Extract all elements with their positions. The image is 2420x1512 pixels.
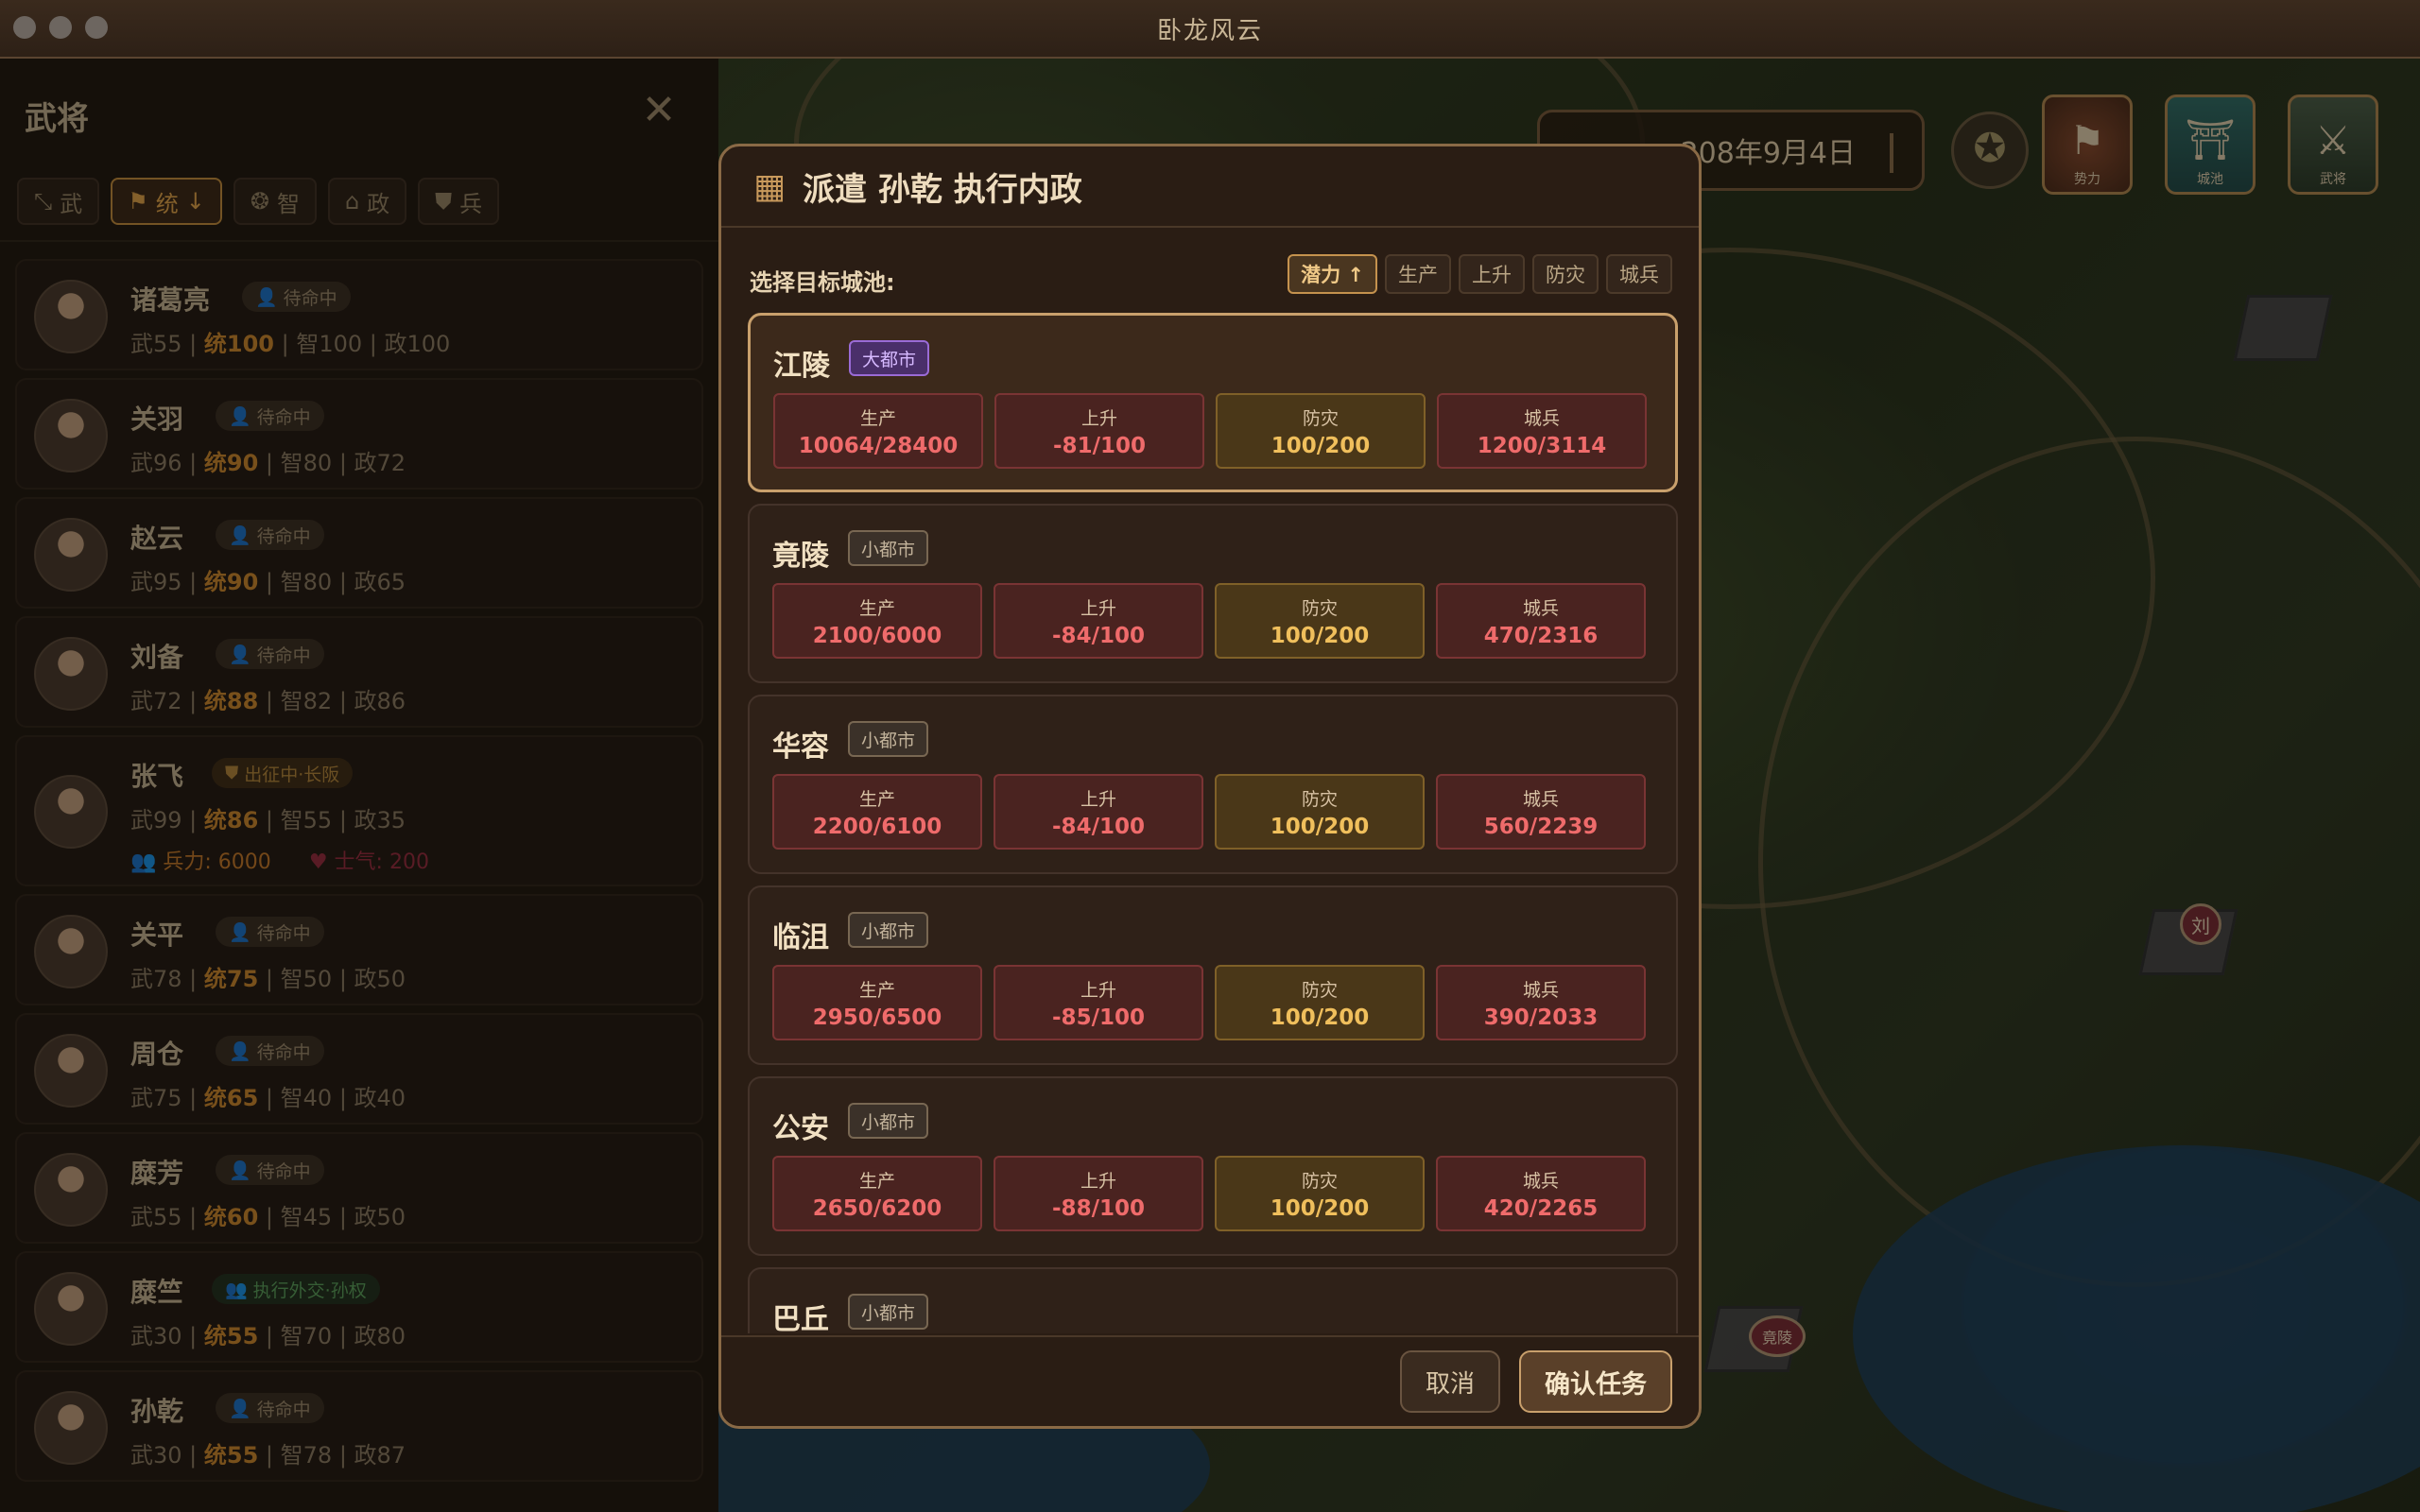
zoom-window-button[interactable] [85, 16, 108, 39]
city-name: 竟陵 [772, 540, 829, 573]
building-icon: ▦ [753, 166, 786, 206]
modal-header: ▦ 派遣 孙乾 执行内政 [721, 146, 1699, 228]
stat-troops: 城兵 560/2239 [1436, 774, 1646, 850]
city-name: 临沮 [772, 921, 829, 954]
dispatch-modal: ▦ 派遣 孙乾 执行内政 选择目标城池: 潜力 ↑ 生产 上升 防灾 城兵 江陵… [718, 144, 1702, 1429]
filter-rise[interactable]: 上升 [1459, 254, 1525, 294]
city-size-badge: 小都市 [848, 530, 929, 566]
city-option-jiangling[interactable]: 江陵 大都市 生产 10064/28400 上升 -81/100 防灾 100/200… [748, 313, 1678, 492]
close-window-button[interactable] [13, 16, 36, 39]
city-option-linju[interactable]: 临沮 小都市 生产 2950/6500 上升 -85/100 防灾 100/200 城… [748, 885, 1678, 1065]
stat-rise: 上升 -88/100 [994, 1156, 1203, 1231]
city-option-huarong[interactable]: 华容 小都市 生产 2200/6100 上升 -84/100 防灾 100/200 城… [748, 695, 1678, 874]
filter-troops[interactable]: 城兵 [1606, 254, 1672, 294]
stat-disaster: 防灾 100/200 [1216, 393, 1426, 469]
stat-troops: 城兵 420/2265 [1436, 1156, 1646, 1231]
stat-production: 生产 10064/28400 [773, 393, 983, 469]
city-name: 公安 [772, 1112, 829, 1145]
city-size-badge: 小都市 [848, 1103, 929, 1139]
city-stats: 生产 10064/28400 上升 -81/100 防灾 100/200 城兵 1200… [773, 393, 1647, 469]
select-city-label: 选择目标城池: [750, 269, 895, 296]
city-option-jingling[interactable]: 竟陵 小都市 生产 2100/6000 上升 -84/100 防灾 100/200 城… [748, 504, 1678, 683]
city-size-badge: 小都市 [848, 721, 929, 757]
filter-production[interactable]: 生产 [1385, 254, 1451, 294]
stat-production: 生产 2200/6100 [772, 774, 982, 850]
window-titlebar: 卧龙风云 [0, 0, 2420, 59]
filter-disaster[interactable]: 防灾 [1532, 254, 1599, 294]
stat-troops: 城兵 390/2033 [1436, 965, 1646, 1040]
city-option-gongan[interactable]: 公安 小都市 生产 2650/6200 上升 -88/100 防灾 100/200 城… [748, 1076, 1678, 1256]
minimize-window-button[interactable] [49, 16, 72, 39]
city-name: 巴丘 [772, 1303, 829, 1333]
stat-rise: 上升 -84/100 [994, 774, 1203, 850]
city-stats: 生产 2950/6500 上升 -85/100 防灾 100/200 城兵 390/20… [772, 965, 1646, 1040]
city-stats: 生产 2100/6000 上升 -84/100 防灾 100/200 城兵 470/23… [772, 583, 1646, 659]
stat-troops: 城兵 1200/3114 [1437, 393, 1647, 469]
city-size-badge: 小都市 [848, 1294, 929, 1330]
stat-troops: 城兵 470/2316 [1436, 583, 1646, 659]
window-controls [13, 16, 108, 39]
stat-production: 生产 2650/6200 [772, 1156, 982, 1231]
confirm-button[interactable]: 确认任务 [1519, 1350, 1672, 1413]
city-option-baqiu[interactable]: 巴丘 小都市 [748, 1267, 1678, 1333]
city-name: 华容 [772, 730, 829, 764]
city-size-badge: 大都市 [849, 340, 930, 376]
modal-title: 派遣 孙乾 执行内政 [803, 170, 1082, 209]
filter-potential[interactable]: 潜力 ↑ [1288, 254, 1377, 294]
stat-production: 生产 2100/6000 [772, 583, 982, 659]
cancel-button[interactable]: 取消 [1400, 1350, 1500, 1413]
city-size-badge: 小都市 [848, 912, 929, 948]
city-stats: 生产 2650/6200 上升 -88/100 防灾 100/200 城兵 420/22… [772, 1156, 1646, 1231]
stat-disaster: 防灾 100/200 [1215, 1156, 1425, 1231]
stat-rise: 上升 -85/100 [994, 965, 1203, 1040]
stat-disaster: 防灾 100/200 [1215, 583, 1425, 659]
stat-disaster: 防灾 100/200 [1215, 774, 1425, 850]
city-stats: 生产 2200/6100 上升 -84/100 防灾 100/200 城兵 560/22… [772, 774, 1646, 850]
stat-rise: 上升 -84/100 [994, 583, 1203, 659]
stat-disaster: 防灾 100/200 [1215, 965, 1425, 1040]
city-sort-filters: 潜力 ↑ 生产 上升 防灾 城兵 [1288, 254, 1672, 294]
modal-footer: 取消 确认任务 [721, 1335, 1699, 1426]
city-name: 江陵 [773, 350, 830, 383]
city-list[interactable]: 江陵 大都市 生产 10064/28400 上升 -81/100 防灾 100/200… [748, 313, 1678, 1333]
window-title: 卧龙风云 [1156, 16, 1263, 45]
stat-production: 生产 2950/6500 [772, 965, 982, 1040]
stat-rise: 上升 -81/100 [994, 393, 1204, 469]
